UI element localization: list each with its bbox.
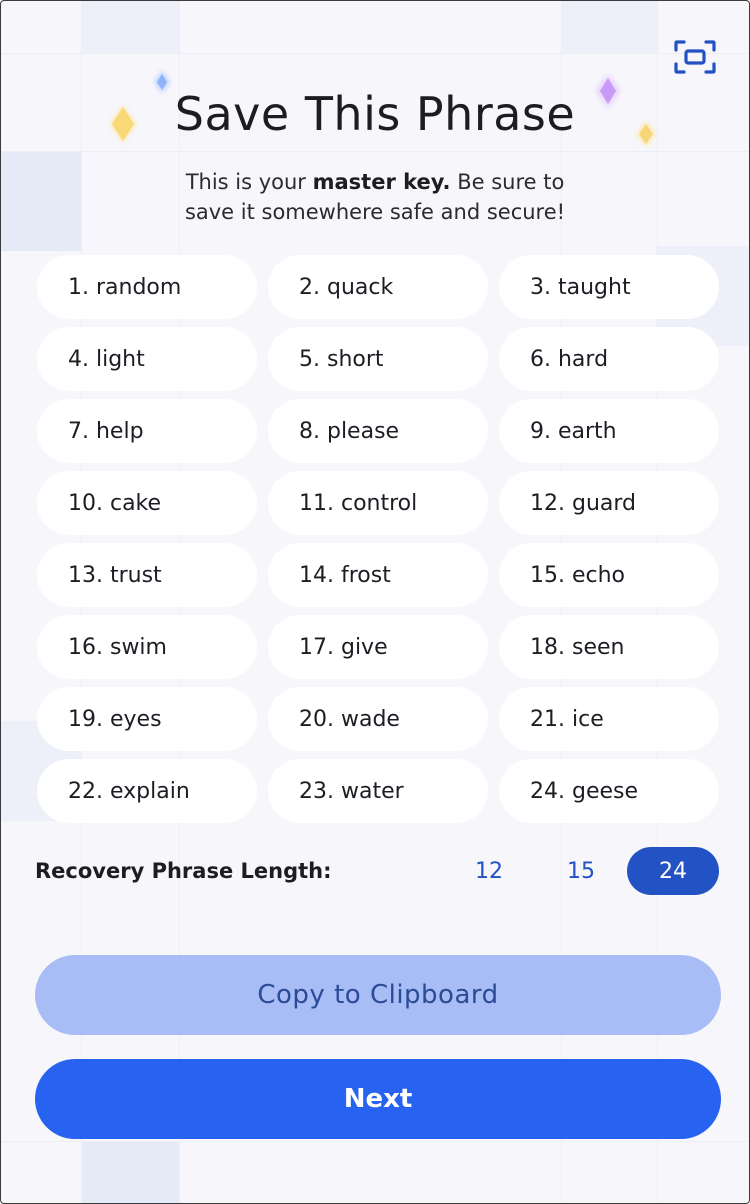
length-option-15[interactable]: 15	[535, 847, 627, 895]
fullscreen-icon	[674, 40, 716, 74]
seed-word: 11. control	[268, 471, 488, 535]
copy-to-clipboard-button[interactable]: Copy to Clipboard	[35, 955, 721, 1035]
seed-word: 4. light	[37, 327, 257, 391]
seed-word: 15. echo	[499, 543, 719, 607]
seed-word: 16. swim	[37, 615, 257, 679]
background-gridline	[1, 151, 749, 152]
phrase-length-selector: Recovery Phrase Length: 12 15 24	[35, 847, 719, 895]
seed-word: 18. seen	[499, 615, 719, 679]
seed-word: 3. taught	[499, 255, 719, 319]
seed-word: 24. geese	[499, 759, 719, 823]
seed-word: 14. frost	[268, 543, 488, 607]
seed-word: 17. give	[268, 615, 488, 679]
subtitle-emphasis: master key.	[312, 170, 451, 194]
seed-word: 6. hard	[499, 327, 719, 391]
seed-word: 7. help	[37, 399, 257, 463]
seed-word: 19. eyes	[37, 687, 257, 751]
page-title: Save This Phrase	[174, 87, 576, 141]
length-option-24[interactable]: 24	[627, 847, 719, 895]
subtitle-text: save it somewhere safe and secure!	[184, 200, 566, 224]
seed-word: 8. please	[268, 399, 488, 463]
phrase-length-label: Recovery Phrase Length:	[35, 859, 332, 883]
fullscreen-button[interactable]	[673, 39, 717, 75]
seed-phrase-grid: 1. random 2. quack 3. taught 4. light 5.…	[37, 255, 719, 823]
background-tile	[81, 1141, 179, 1203]
seed-word: 1. random	[37, 255, 257, 319]
background-gridline	[1, 1141, 749, 1142]
subtitle-text: Be sure to	[450, 170, 565, 194]
subtitle-text: This is your	[185, 170, 313, 194]
seed-word: 13. trust	[37, 543, 257, 607]
seed-word: 5. short	[268, 327, 488, 391]
background-tile	[561, 1, 657, 53]
seed-word: 2. quack	[268, 255, 488, 319]
seed-word: 21. ice	[499, 687, 719, 751]
background-gridline	[1, 53, 749, 54]
page-subtitle: This is your master key. Be sure to save…	[1, 167, 749, 227]
app-window: Save This Phrase This is your master key…	[0, 0, 750, 1204]
seed-word: 9. earth	[499, 399, 719, 463]
seed-word: 12. guard	[499, 471, 719, 535]
length-option-12[interactable]: 12	[443, 847, 535, 895]
seed-word: 22. explain	[37, 759, 257, 823]
background-tile	[81, 1, 179, 53]
seed-word: 20. wade	[268, 687, 488, 751]
next-button[interactable]: Next	[35, 1059, 721, 1139]
seed-word: 23. water	[268, 759, 488, 823]
seed-word: 10. cake	[37, 471, 257, 535]
